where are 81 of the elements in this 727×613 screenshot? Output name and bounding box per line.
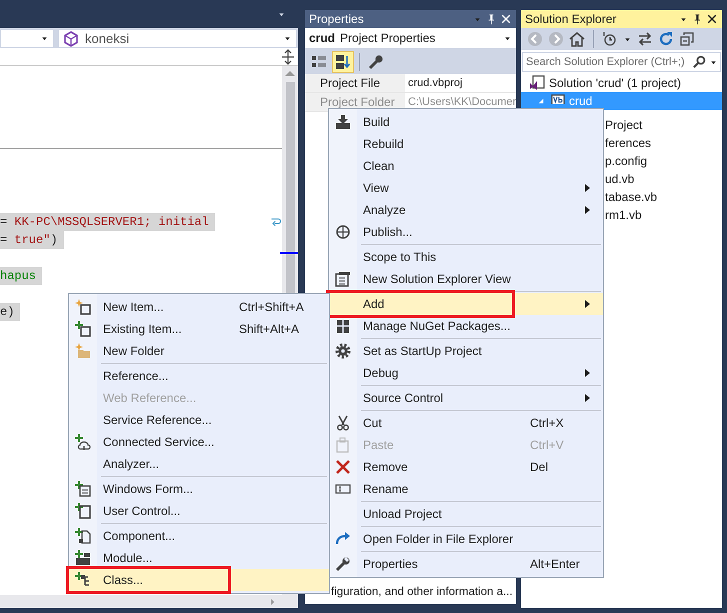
menu-item[interactable]: User Control... bbox=[69, 500, 329, 522]
refresh-icon[interactable] bbox=[658, 31, 674, 47]
plus-form-icon bbox=[75, 481, 91, 497]
gear-icon bbox=[335, 343, 351, 359]
grid-icon bbox=[335, 318, 351, 334]
menu-item[interactable]: Debug bbox=[329, 362, 603, 384]
menu-item[interactable]: New Item... Ctrl+Shift+A bbox=[69, 296, 329, 318]
plus-class-icon bbox=[75, 572, 91, 588]
tree-item[interactable]: Solution 'crud' (1 project) bbox=[521, 74, 722, 92]
shortcut-text: Shift+Alt+A bbox=[239, 322, 300, 336]
close-icon[interactable] bbox=[706, 13, 718, 25]
plus-plug-icon bbox=[75, 434, 91, 450]
plus-box-icon bbox=[75, 321, 91, 337]
cube-icon bbox=[63, 30, 79, 46]
sparkle-box-icon bbox=[75, 299, 91, 315]
search-icon[interactable] bbox=[693, 55, 707, 69]
menu-item[interactable]: New Folder bbox=[69, 340, 329, 362]
panel-title: Solution Explorer bbox=[525, 12, 618, 26]
menu-item[interactable]: Manage NuGet Packages... bbox=[329, 315, 603, 337]
search-field[interactable]: Search Solution Explorer (Ctrl+;) bbox=[522, 52, 721, 72]
plus-document-icon bbox=[75, 528, 91, 544]
menu-item[interactable]: Existing Item... Shift+Alt+A bbox=[69, 318, 329, 340]
menu-item[interactable]: Open Folder in File Explorer bbox=[329, 528, 603, 550]
sort-az-icon bbox=[335, 54, 351, 70]
toolbar-button[interactable] bbox=[332, 50, 354, 72]
menu-item[interactable]: Windows Form... bbox=[69, 478, 329, 500]
clipboard-icon bbox=[335, 437, 351, 453]
shortcut-text: Ctrl+Shift+A bbox=[239, 300, 305, 314]
sparkle-folder-icon bbox=[75, 343, 91, 359]
menu-item[interactable]: Rename bbox=[329, 478, 603, 500]
menu-item[interactable]: Connected Service... bbox=[69, 431, 329, 453]
menu-item[interactable]: Unload Project bbox=[329, 503, 603, 525]
menu-item[interactable]: Add bbox=[329, 293, 603, 315]
menu-item[interactable]: Module... bbox=[69, 547, 329, 569]
cross-icon bbox=[335, 459, 351, 475]
solution-icon bbox=[529, 75, 545, 91]
property-value[interactable]: crud.vbproj bbox=[405, 74, 516, 92]
plus-box-icon bbox=[75, 503, 91, 519]
sync-icon[interactable] bbox=[637, 31, 653, 47]
wrench-icon bbox=[335, 556, 351, 572]
tray-arrow-icon bbox=[335, 114, 351, 130]
menu-item[interactable]: Component... bbox=[69, 525, 329, 547]
member-dropdown[interactable]: koneksi bbox=[58, 29, 297, 48]
word-wrap-icon bbox=[270, 216, 282, 228]
shortcut-text: Del bbox=[530, 460, 550, 474]
property-description: figuration, and other information a... bbox=[330, 585, 514, 600]
menu-item[interactable]: Build bbox=[329, 111, 603, 133]
menu-item[interactable]: Rebuild bbox=[329, 133, 603, 155]
panel-title: Properties bbox=[309, 12, 365, 26]
menu-item[interactable]: Remove Del bbox=[329, 456, 603, 478]
menu-item[interactable]: New Solution Explorer View bbox=[329, 268, 603, 290]
menu-item[interactable]: View bbox=[329, 177, 603, 199]
caret-marker bbox=[280, 252, 298, 254]
history-icon[interactable] bbox=[602, 31, 618, 47]
menu-item[interactable]: Scope to This bbox=[329, 246, 603, 268]
menu-item[interactable]: Cut Ctrl+X bbox=[329, 412, 603, 434]
menu-item[interactable]: Reference... bbox=[69, 365, 329, 387]
vb-project-icon bbox=[551, 94, 565, 104]
menu-item[interactable]: Clean bbox=[329, 155, 603, 177]
globe-icon bbox=[335, 224, 351, 240]
shortcut-text: Ctrl+V bbox=[530, 438, 565, 452]
collapse-all-icon[interactable] bbox=[679, 31, 695, 47]
menu-item[interactable]: Source Control bbox=[329, 387, 603, 409]
menu-item[interactable]: Service Reference... bbox=[69, 409, 329, 431]
wrench-icon bbox=[368, 54, 384, 70]
scissors-icon bbox=[335, 415, 351, 431]
menu-item[interactable]: Analyze bbox=[329, 199, 603, 221]
menu-item[interactable]: Class... bbox=[69, 569, 329, 591]
shortcut-text: Ctrl+X bbox=[530, 416, 565, 430]
categorized-icon bbox=[311, 54, 327, 70]
plus-block-icon bbox=[75, 550, 91, 566]
menu-item[interactable]: Publish... bbox=[329, 221, 603, 243]
shortcut-text: Alt+Enter bbox=[530, 557, 581, 571]
menu-item[interactable]: Properties Alt+Enter bbox=[329, 553, 603, 575]
menu-item[interactable]: Set as StartUp Project bbox=[329, 340, 603, 362]
splitter-icon[interactable] bbox=[280, 48, 296, 64]
menu-item[interactable]: Analyzer... bbox=[69, 453, 329, 475]
curved-arrow-icon bbox=[335, 531, 351, 547]
window-list-icon bbox=[335, 271, 351, 287]
home-icon[interactable] bbox=[569, 31, 585, 47]
horizontal-scrollbar[interactable] bbox=[0, 595, 298, 608]
